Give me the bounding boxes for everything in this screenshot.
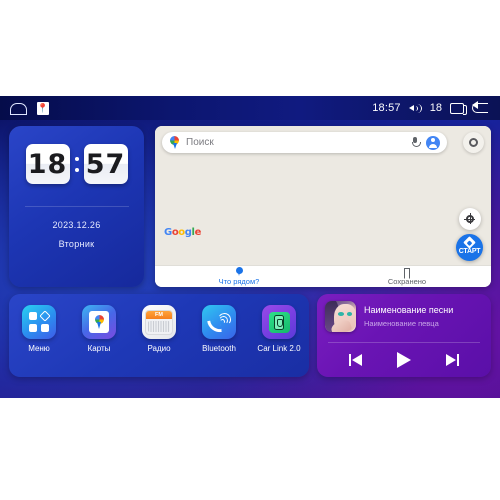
music-track-title: Наименование песни xyxy=(364,305,454,315)
map-layers-icon xyxy=(469,138,478,147)
navigation-diamond-icon xyxy=(463,236,476,249)
start-button-label: СТАРТ xyxy=(458,248,481,255)
app-bluetooth[interactable]: Bluetooth xyxy=(193,305,245,353)
google-logo: Google xyxy=(164,227,201,238)
status-bar: 📍 18:57 18 xyxy=(0,96,500,120)
clock-date: 2023.12.26 xyxy=(52,220,101,230)
clock-minutes: 57 xyxy=(83,144,128,184)
status-bar-left: 📍 xyxy=(0,101,49,115)
clock-divider xyxy=(24,206,129,207)
app-menu[interactable]: Меню xyxy=(13,305,65,353)
bookmark-icon xyxy=(404,267,410,276)
music-player-widget[interactable]: Наименование песни Наименование певца xyxy=(317,294,491,377)
google-maps-pin-icon xyxy=(169,136,180,149)
my-location-button[interactable] xyxy=(459,208,481,230)
search-input[interactable]: Поиск xyxy=(186,137,404,148)
bluetooth-phone-icon xyxy=(202,305,236,339)
maps-glyph: 📍 xyxy=(37,102,49,113)
map-tab-bar: Что рядом? Сохранено xyxy=(155,265,491,287)
status-bar-right: 18:57 18 xyxy=(372,100,500,115)
next-track-icon[interactable] xyxy=(446,354,460,366)
app-maps[interactable]: Карты xyxy=(73,305,125,353)
previous-track-icon[interactable] xyxy=(348,354,362,366)
microphone-icon[interactable] xyxy=(410,136,421,149)
status-bar-clock: 18:57 xyxy=(372,102,401,114)
music-track-info: Наименование песни Наименование певца xyxy=(317,294,491,332)
app-radio-label: Радио xyxy=(147,344,171,353)
car-link-icon xyxy=(262,305,296,339)
account-avatar-icon[interactable] xyxy=(426,135,440,150)
album-art-portrait xyxy=(325,301,356,332)
music-controls xyxy=(317,343,491,368)
app-car-link[interactable]: Car Link 2.0 xyxy=(253,305,305,353)
top-widget-row: 18 57 2023.12.26 Вторник Поиск Google СТ… xyxy=(0,124,500,290)
map-search-bar[interactable]: Поиск xyxy=(162,132,447,153)
maps-icon xyxy=(82,305,116,339)
google-maps-widget[interactable]: Поиск Google СТАРТ Что рядом? Сохранено xyxy=(155,126,491,287)
clock-widget[interactable]: 18 57 2023.12.26 Вторник xyxy=(9,126,144,287)
recent-apps-icon[interactable] xyxy=(450,102,467,115)
map-canvas[interactable]: Поиск Google СТАРТ xyxy=(155,126,491,265)
tab-whats-nearby[interactable]: Что рядом? xyxy=(155,266,323,287)
start-navigation-button[interactable]: СТАРТ xyxy=(456,234,483,261)
back-arrow-icon[interactable] xyxy=(472,100,488,113)
flip-clock: 18 57 xyxy=(9,126,144,184)
tab-whats-nearby-label: Что рядом? xyxy=(218,277,260,286)
radio-icon: FM xyxy=(142,305,176,339)
radio-band-badge: FM xyxy=(146,310,172,319)
app-menu-label: Меню xyxy=(28,344,50,353)
map-layers-button[interactable] xyxy=(463,132,484,153)
tab-saved[interactable]: Сохранено xyxy=(323,266,491,287)
menu-grid-icon xyxy=(22,305,56,339)
play-icon[interactable] xyxy=(396,352,411,368)
speaker-grille xyxy=(148,320,170,332)
app-car-link-label: Car Link 2.0 xyxy=(257,344,301,353)
pin-icon xyxy=(235,267,243,276)
volume-level: 18 xyxy=(429,102,442,114)
music-artist-name: Наименование певца xyxy=(364,319,439,328)
bottom-widget-row: Меню Карты FM Радио Bluetooth Car Link 2… xyxy=(0,294,500,380)
google-maps-notification-icon[interactable]: 📍 xyxy=(37,101,49,115)
clock-weekday: Вторник xyxy=(58,239,95,249)
app-maps-label: Карты xyxy=(87,344,111,353)
car-head-unit-home-screen: 📍 18:57 18 18 57 2023.12.26 Вторник Поис… xyxy=(0,96,500,398)
clock-hours: 18 xyxy=(25,144,70,184)
my-location-icon xyxy=(463,212,475,224)
app-bluetooth-label: Bluetooth xyxy=(202,344,236,353)
app-dock: Меню Карты FM Радио Bluetooth Car Link 2… xyxy=(9,294,309,377)
app-radio[interactable]: FM Радио xyxy=(133,305,185,353)
speaker-volume-icon[interactable] xyxy=(408,103,422,114)
clock-colon xyxy=(74,156,80,172)
home-icon[interactable] xyxy=(9,102,28,115)
